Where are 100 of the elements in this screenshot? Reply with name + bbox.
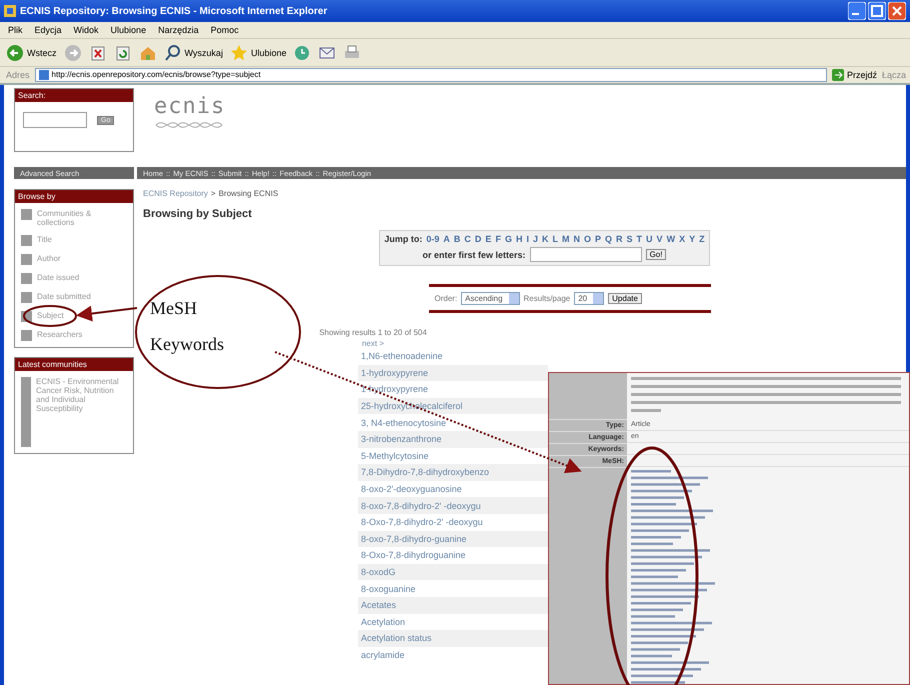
breadcrumb-link[interactable]: ECNIS Repository [143,189,208,198]
go-button[interactable]: Go! [646,249,666,260]
letter-link[interactable]: E [485,234,492,244]
order-select[interactable]: Ascending [461,292,520,305]
menu-item[interactable]: Edycja [34,25,62,35]
next-link[interactable]: next > [362,339,384,348]
term-link[interactable]: Acetates [358,596,548,614]
bullet-icon [21,377,31,447]
letter-link[interactable]: O [584,234,591,244]
letter-link[interactable]: Y [689,234,696,244]
letter-link[interactable]: M [562,234,570,244]
per-page-label: Results/page [524,294,570,303]
bullet-icon [21,330,32,341]
bullet-icon [21,292,32,303]
letter-link[interactable]: B [454,234,460,244]
star-icon [230,44,248,62]
menu-item[interactable]: Narzędzia [158,25,199,35]
term-link[interactable]: 1-hydroxypyrene [358,364,548,382]
toolbar-button[interactable]: Wstecz [6,44,57,62]
letter-link[interactable]: K [542,234,548,244]
term-link[interactable]: 7,8-Dihydro-7,8-dihydroxybenzo [358,464,548,481]
term-link[interactable]: 8-oxodG [358,564,548,580]
letters-field[interactable] [530,247,642,262]
page-heading: Browsing by Subject [143,208,253,220]
breadcrumb-current: Browsing ECNIS [218,189,278,198]
refresh-icon[interactable] [114,44,132,62]
page-icon [38,70,49,80]
stop-icon[interactable] [88,44,107,62]
prompt-label: or enter first few letters: [422,250,526,260]
letter-link[interactable]: U [646,234,653,244]
letter-link[interactable]: H [516,234,522,244]
community-link[interactable]: ECNIS - Environmental Cancer Risk, Nutrition and Individual Susceptibility [36,377,127,447]
order-label: Order: [434,294,458,303]
results-summary: Showing results 1 to 20 of 504 [319,328,427,337]
bullet-icon [21,235,32,246]
letter-link[interactable]: T [636,234,642,244]
links-label[interactable]: Łącza [882,70,906,80]
letter-link[interactable]: I [526,234,529,244]
letter-link[interactable]: 0-9 [426,234,440,244]
browse-link[interactable]: Title [21,235,127,246]
term-link[interactable]: 3-nitrobenzanthrone [358,430,548,448]
letter-link[interactable]: X [679,234,686,244]
search-icon [164,44,182,62]
toolbar-button[interactable]: Wyszukaj [164,44,223,62]
arrow-icon [832,69,844,81]
address-field[interactable]: http://ecnis.openrepository.com/ecnis/browse?type=subject [34,68,827,82]
panel-header: Latest communities [15,358,133,371]
letter-link[interactable]: Q [605,234,612,244]
term-link[interactable]: 8-oxo-7,8-dihydro-2' -deoxygu [358,497,548,514]
bullet-icon [21,254,32,265]
bullet-icon [21,273,32,284]
panel-header: Browse by [15,190,133,203]
annotation-ellipse [23,305,77,327]
letter-link[interactable]: V [656,234,663,244]
search-field[interactable] [23,112,87,128]
letter-link[interactable]: S [626,234,633,244]
bullet-icon [21,209,32,220]
annotation-arrow [76,306,138,322]
letter-link[interactable]: J [532,234,538,244]
letter-link[interactable]: R [616,234,623,244]
letter-link[interactable]: N [573,234,580,244]
address-label: Adres [6,70,30,80]
letter-link[interactable]: W [666,234,676,244]
term-link[interactable]: 8-oxo-7,8-dihydro-guanine [358,530,548,548]
annotation-text: Keywords [150,334,224,355]
per-page-select[interactable]: 20 [574,292,604,305]
letter-link[interactable]: D [474,234,482,244]
window-title: ECNIS Repository: Browsing ECNIS - Microsoft Internet Explorer [20,6,328,16]
browse-link[interactable]: Author [21,254,127,265]
browse-link[interactable]: Communities & collections [21,209,127,227]
letter-link[interactable]: L [552,234,558,244]
browse-link[interactable]: Date issued [21,273,127,284]
go-button[interactable]: Przejdź [832,69,877,81]
menu-item[interactable]: Plik [8,25,23,35]
site-logo[interactable]: ecnis [154,94,226,119]
browse-link[interactable]: Subject [21,311,127,322]
letter-link[interactable]: F [495,234,501,244]
jump-label: Jump to: [384,234,422,244]
browse-link[interactable]: Date submitted [21,292,127,303]
minimize-button[interactable] [848,2,866,20]
breadcrumb-separator: > [210,189,216,198]
maximize-button[interactable] [868,2,886,20]
browse-link[interactable]: Researchers [21,330,127,341]
close-button[interactable] [888,2,906,20]
term-link[interactable]: Acetylation status [358,630,548,647]
menu-item[interactable]: Widok [74,25,99,35]
annotation-text: MeSH [150,298,198,319]
letter-link[interactable]: P [595,234,602,244]
letter-link[interactable]: Z [699,234,705,244]
window-icon [4,5,16,17]
letter-link[interactable]: A [443,234,450,244]
toolbar-button[interactable]: Ulubione [230,44,286,62]
wave-logo-icon [154,119,224,131]
menu-item[interactable]: Ulubione [110,25,146,35]
update-button[interactable]: Update [608,293,642,304]
menu-item[interactable]: Pomoc [210,25,239,35]
letter-link[interactable]: C [464,234,471,244]
letter-link[interactable]: G [504,234,512,244]
clock-icon[interactable] [293,44,312,62]
panel-header: Search: [15,89,133,102]
